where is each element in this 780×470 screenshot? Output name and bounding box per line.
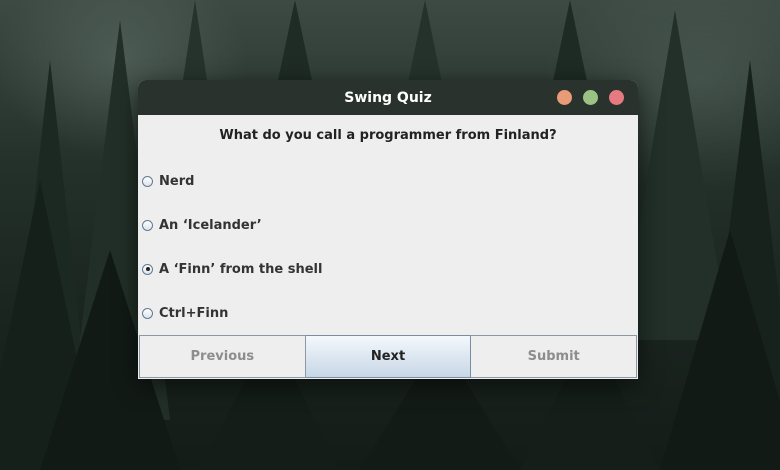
radio-button-icon[interactable] bbox=[142, 175, 153, 187]
question-text: What do you call a programmer from Finla… bbox=[219, 128, 557, 143]
option-nerd[interactable]: Nerd bbox=[142, 171, 194, 191]
option-label: Ctrl+Finn bbox=[159, 305, 229, 321]
quiz-window: Swing Quiz What do you call a programmer… bbox=[138, 80, 638, 379]
option-label: A ‘Finn’ from the shell bbox=[159, 261, 323, 277]
submit-button[interactable]: Submit bbox=[471, 335, 638, 378]
minimize-icon[interactable] bbox=[557, 90, 572, 105]
option-label: Nerd bbox=[159, 173, 195, 189]
navigation-buttons: Previous Next Submit bbox=[139, 335, 638, 378]
title-bar[interactable]: Swing Quiz bbox=[138, 80, 638, 115]
radio-button-icon[interactable] bbox=[142, 307, 153, 319]
next-button[interactable]: Next bbox=[305, 335, 472, 378]
window-title: Swing Quiz bbox=[344, 89, 432, 106]
radio-button-selected-icon[interactable] bbox=[142, 263, 153, 275]
option-finn-from-the-shell[interactable]: A ‘Finn’ from the shell bbox=[142, 259, 322, 279]
option-icelander[interactable]: An ‘Icelander’ bbox=[142, 215, 262, 235]
radio-button-icon[interactable] bbox=[142, 219, 153, 231]
previous-button[interactable]: Previous bbox=[139, 335, 306, 378]
option-label: An ‘Icelander’ bbox=[159, 217, 262, 233]
tree-shape bbox=[660, 230, 780, 470]
close-icon[interactable] bbox=[609, 90, 624, 105]
option-ctrl-finn[interactable]: Ctrl+Finn bbox=[142, 303, 228, 323]
maximize-icon[interactable] bbox=[583, 90, 598, 105]
